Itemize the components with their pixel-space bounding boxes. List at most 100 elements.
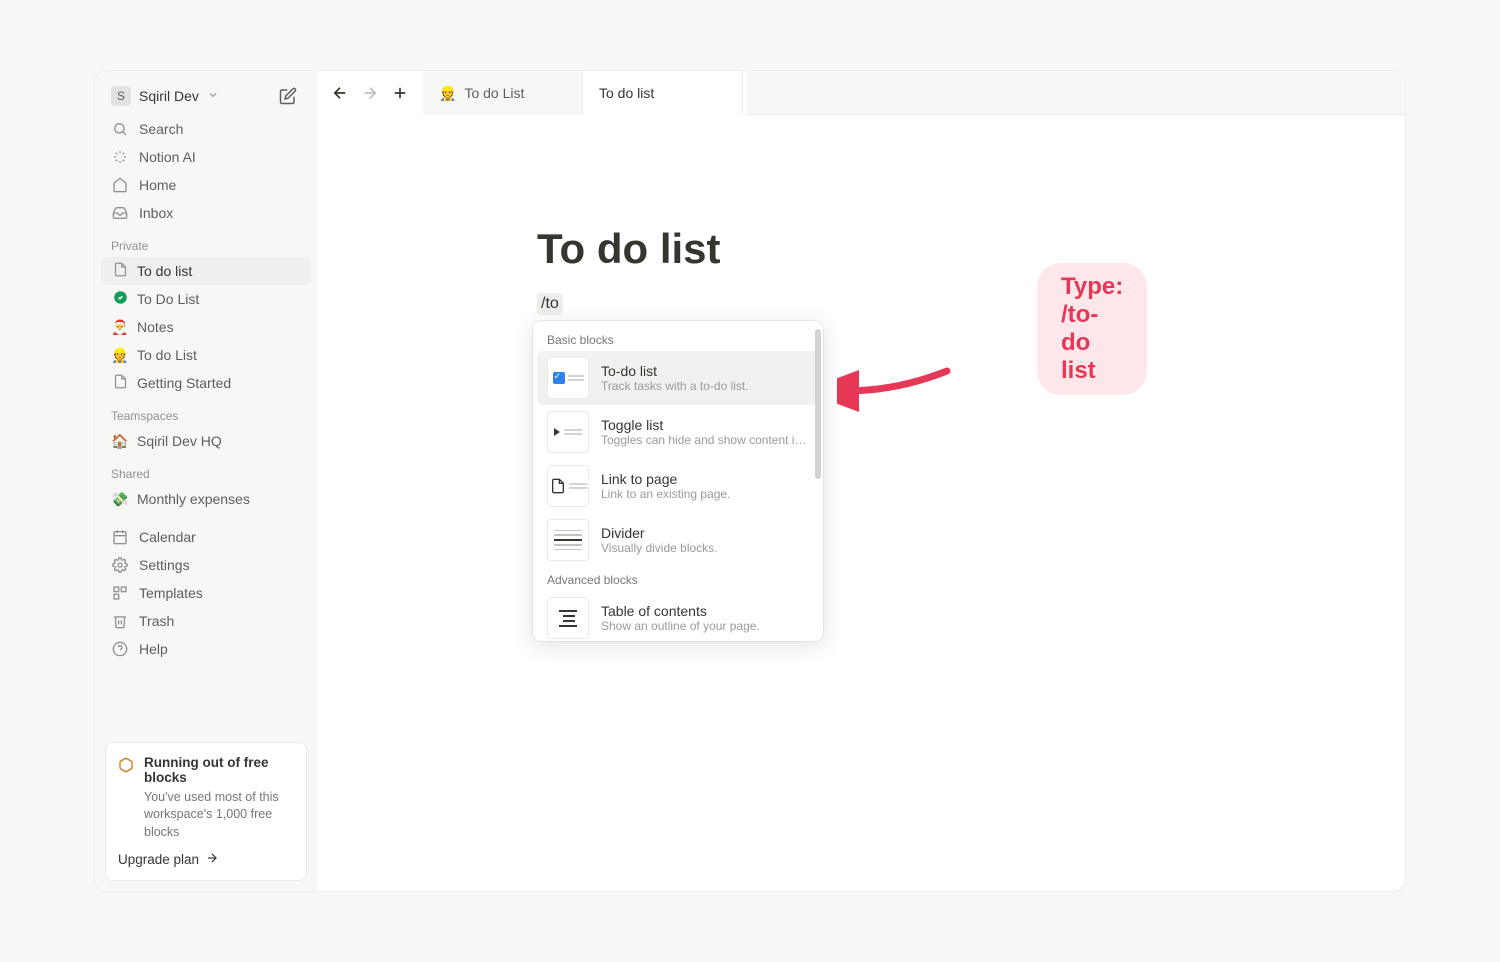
nav-settings[interactable]: Settings [101,551,311,579]
menu-section-basic: Basic blocks [533,327,823,351]
emoji-icon: 💸 [111,491,129,508]
nav-label: Home [139,177,176,193]
menu-item-title: Table of contents [601,603,760,619]
page-item-hq[interactable]: 🏠 Sqiril Dev HQ [101,427,311,455]
nav-label: Help [139,641,168,657]
annotation-arrow-icon [837,361,957,421]
page-label: To Do List [137,291,199,307]
tab-label: To do List [464,85,524,101]
tab-label: To do list [599,85,654,101]
thumb-toc-icon [547,597,589,639]
nav-home[interactable]: Home [101,171,311,199]
menu-item-todo-list[interactable]: To-do list Track tasks with a to-do list… [537,351,819,405]
calendar-icon [111,529,129,545]
thumb-link-icon [547,465,589,507]
promo-cta: Upgrade plan [118,852,199,867]
emoji-icon: 🏠 [111,433,129,450]
page-content: To do list /to Type: /to-do list Basic b… [317,115,1405,891]
menu-item-divider[interactable]: Divider Visually divide blocks. [537,513,819,567]
inbox-icon [111,205,129,221]
nav-trash[interactable]: Trash [101,607,311,635]
workspace-switcher[interactable]: S Sqiril Dev [101,77,311,115]
section-teamspaces: Teamspaces [101,397,311,427]
nav-calendar[interactable]: Calendar [101,523,311,551]
page-label: Monthly expenses [137,491,250,507]
page-title[interactable]: To do list [537,225,1097,273]
workspace-name: Sqiril Dev [139,88,199,104]
tab-todo-list-2[interactable]: To do list [583,71,743,115]
back-button[interactable] [327,80,353,106]
menu-item-link-to-page[interactable]: Link to page Link to an existing page. [537,459,819,513]
app-window: S Sqiril Dev Search Notion AI [95,71,1405,891]
scrollbar[interactable] [815,329,821,479]
menu-section-advanced: Advanced blocks [533,567,823,591]
page-item-getting-started[interactable]: Getting Started [101,369,311,397]
nav-label: Inbox [139,205,173,221]
page-label: To do List [137,347,197,363]
page-item-notes[interactable]: 🎅 Notes [101,313,311,341]
section-shared: Shared [101,455,311,485]
trash-icon [111,613,129,629]
menu-item-toggle-list[interactable]: Toggle list Toggles can hide and show co… [537,405,819,459]
sparkle-icon [111,149,129,165]
arrow-right-icon [205,851,219,868]
promo-title: Running out of free blocks [144,755,294,785]
page-item-todo-list-3[interactable]: 👷 To do List [101,341,311,369]
help-icon [111,641,129,657]
emoji-icon: 🎅 [111,319,129,336]
page-icon [111,374,129,392]
nav-ai[interactable]: Notion AI [101,143,311,171]
nav-label: Search [139,121,183,137]
nav-label: Notion AI [139,149,196,165]
sidebar: S Sqiril Dev Search Notion AI [95,71,317,891]
menu-item-desc: Link to an existing page. [601,487,730,501]
tab-todo-list-1[interactable]: 👷 To do List [423,71,583,115]
nav-label: Trash [139,613,174,629]
menu-item-desc: Visually divide blocks. [601,541,718,555]
templates-icon [111,585,129,601]
nav-help[interactable]: Help [101,635,311,663]
annotation-callout: Type: /to-do list [1037,263,1147,395]
menu-item-desc: Track tasks with a to-do list. [601,379,749,393]
page-label: Sqiril Dev HQ [137,433,222,449]
page-item-todo-list[interactable]: To do list [101,257,311,285]
home-icon [111,177,129,193]
forward-button[interactable] [357,80,383,106]
slash-menu: Basic blocks To-do list Track tasks with… [533,321,823,641]
topbar: 👷 To do List To do list [317,71,1405,115]
thumb-divider-icon [547,519,589,561]
section-private: Private [101,227,311,257]
menu-item-title: Toggle list [601,417,809,433]
page-item-expenses[interactable]: 💸 Monthly expenses [101,485,311,513]
nav-label: Templates [139,585,203,601]
page-label: Getting Started [137,375,231,391]
menu-item-desc: Toggles can hide and show content in... [601,433,809,447]
gear-icon [111,557,129,573]
menu-item-desc: Show an outline of your page. [601,619,760,633]
tabbar-fill [747,71,1405,115]
page-label: Notes [137,319,174,335]
nav-templates[interactable]: Templates [101,579,311,607]
nav-label: Settings [139,557,190,573]
slash-input[interactable]: /to [537,293,563,315]
emoji-icon: 👷 [439,85,456,102]
nav-inbox[interactable]: Inbox [101,199,311,227]
box-icon [118,757,134,776]
chevron-down-icon [207,88,219,104]
compose-icon[interactable] [275,83,301,109]
upgrade-plan-link[interactable]: Upgrade plan [118,851,294,868]
menu-item-title: Link to page [601,471,730,487]
new-tab-button[interactable] [387,80,413,106]
promo-card: Running out of free blocks You've used m… [105,742,307,882]
page-label: To do list [137,263,192,279]
emoji-icon: 👷 [111,347,129,364]
main-area: 👷 To do List To do list To do list /to T… [317,71,1405,891]
check-circle-icon [111,290,129,308]
search-icon [111,121,129,137]
nav-search[interactable]: Search [101,115,311,143]
page-item-todo-list-2[interactable]: To Do List [101,285,311,313]
menu-item-title: Divider [601,525,718,541]
promo-subtitle: You've used most of this workspace's 1,0… [144,789,294,842]
menu-item-toc[interactable]: Table of contents Show an outline of you… [537,591,819,641]
nav-label: Calendar [139,529,196,545]
